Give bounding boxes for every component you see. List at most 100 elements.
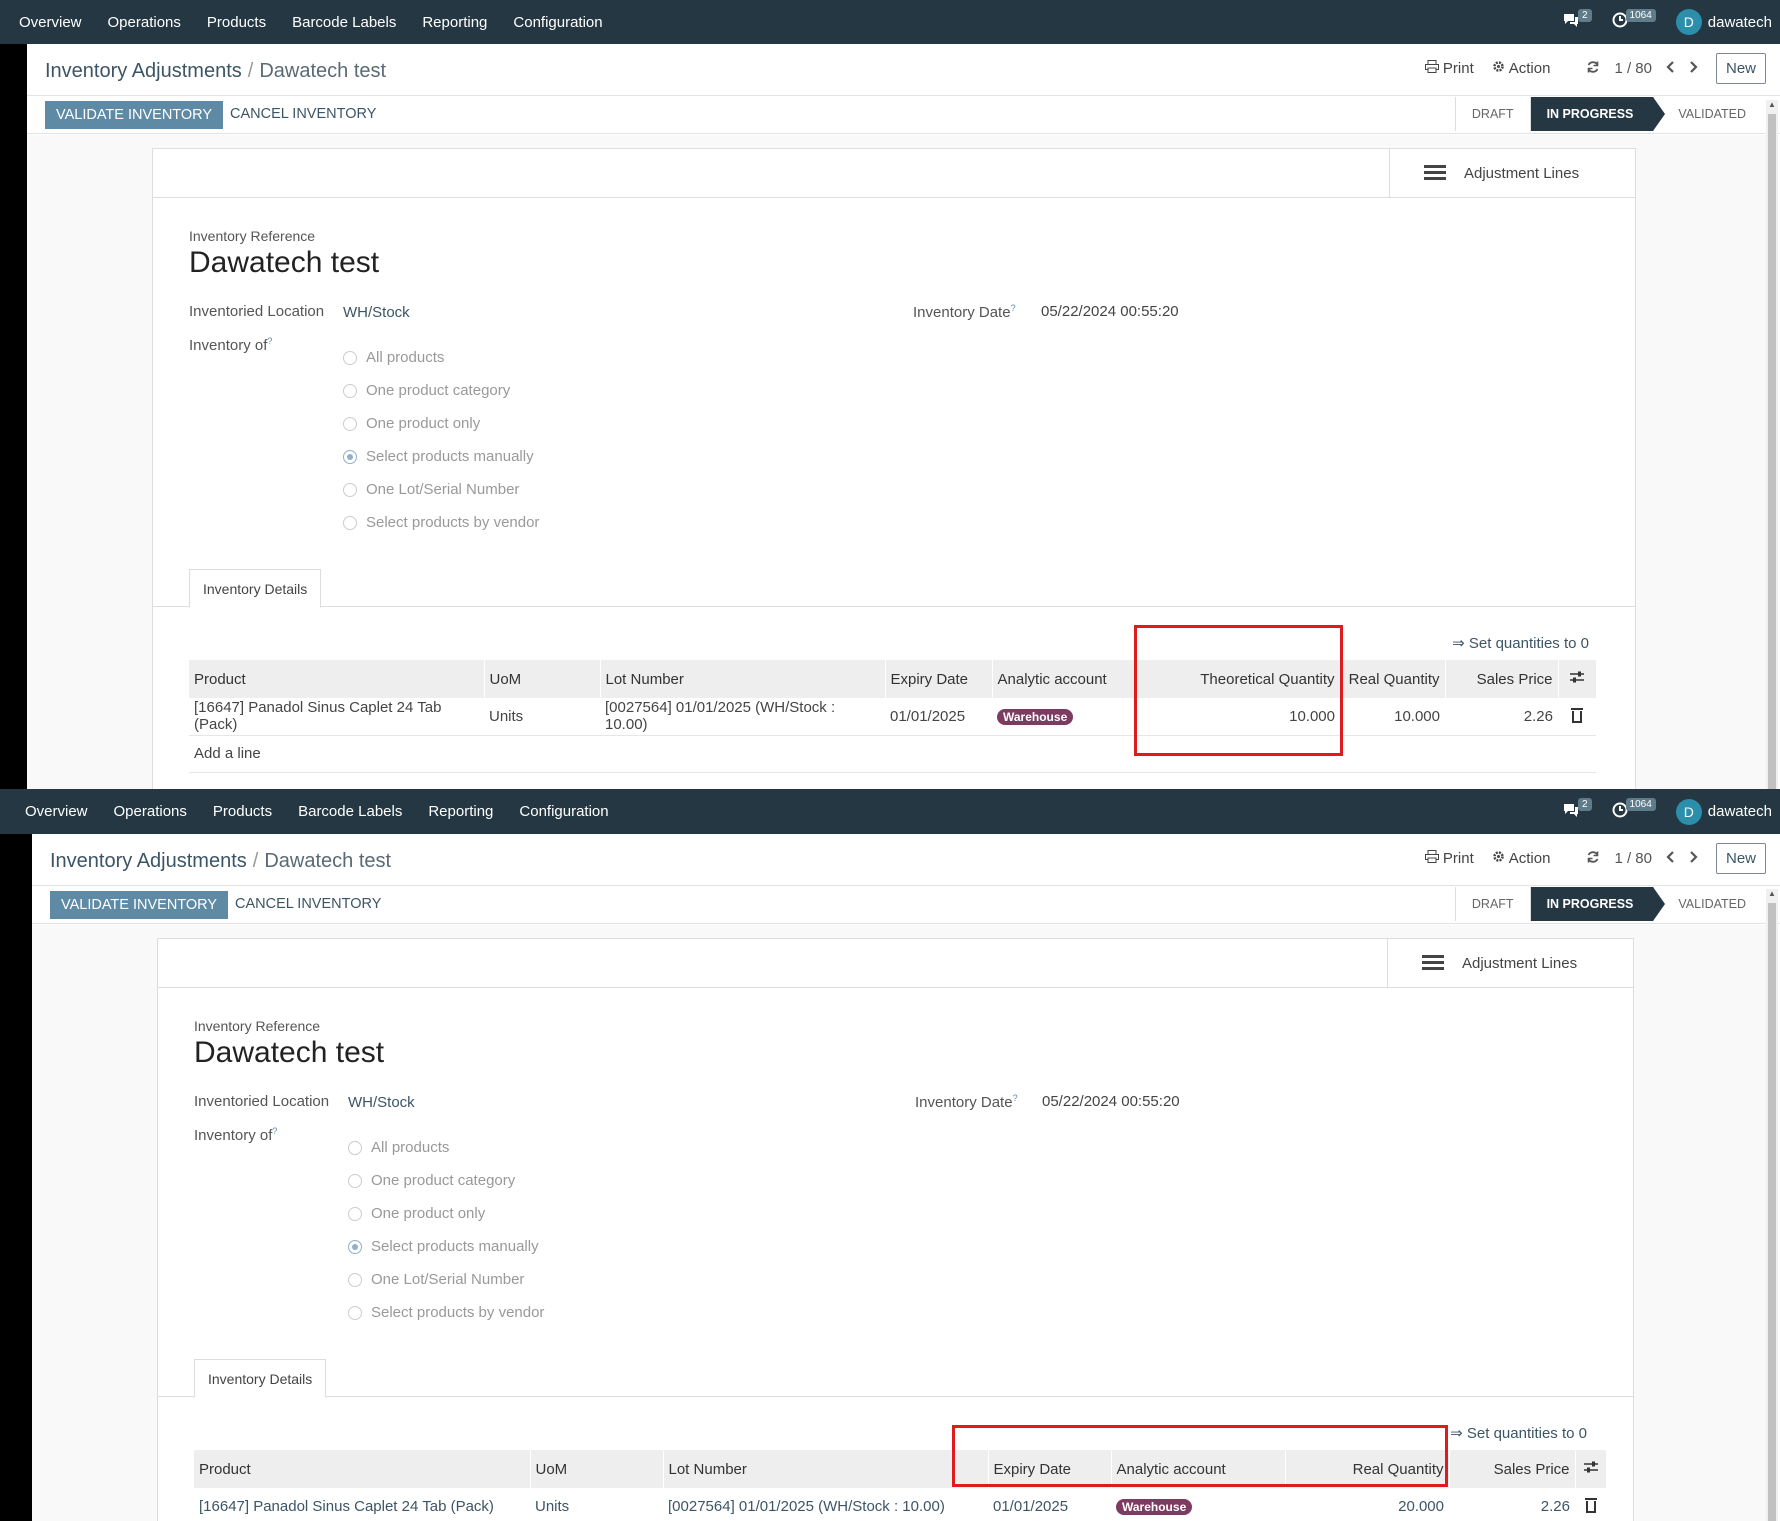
help-icon[interactable]: ? bbox=[1013, 1093, 1018, 1103]
adjustment-lines-button[interactable]: Adjustment Lines bbox=[1389, 149, 1635, 197]
col-expiry-date[interactable]: Expiry Date bbox=[885, 660, 993, 698]
status-draft[interactable]: DRAFT bbox=[1454, 887, 1530, 921]
help-icon[interactable]: ? bbox=[272, 1126, 277, 1136]
cell-uom[interactable]: Units bbox=[484, 698, 600, 736]
radio-by-vendor[interactable]: Select products by vendor bbox=[343, 506, 539, 539]
radio-one-product-only[interactable]: One product only bbox=[348, 1197, 544, 1230]
cell-sales-price[interactable]: 2.26 bbox=[1445, 698, 1558, 736]
refresh-icon[interactable] bbox=[1586, 850, 1600, 868]
chevron-right-icon[interactable] bbox=[1689, 850, 1698, 867]
radio-one-lot-serial[interactable]: One Lot/Serial Number bbox=[343, 473, 539, 506]
col-uom[interactable]: UoM bbox=[484, 660, 601, 698]
set-quantities-button[interactable]: ⇒ Set quantities to 0 bbox=[1452, 634, 1589, 652]
action-button[interactable]: Action bbox=[1492, 850, 1550, 867]
cell-uom[interactable]: Units bbox=[530, 1488, 663, 1521]
radio-all-products[interactable]: All products bbox=[343, 341, 539, 374]
page-title[interactable]: Dawatech test bbox=[194, 1036, 384, 1070]
col-real-quantity[interactable]: Real Quantity bbox=[1285, 1450, 1450, 1488]
activities-button[interactable]: 1064 bbox=[1612, 798, 1658, 822]
col-real-quantity[interactable]: Real Quantity bbox=[1340, 660, 1446, 698]
cell-real-quantity[interactable]: 20.000 bbox=[1285, 1488, 1449, 1521]
col-theoretical-quantity[interactable]: Theoretical Quantity bbox=[1136, 660, 1341, 698]
status-validated[interactable]: VALIDATED bbox=[1653, 97, 1762, 131]
tab-inventory-details[interactable]: Inventory Details bbox=[189, 569, 322, 608]
radio-all-products[interactable]: All products bbox=[348, 1131, 544, 1164]
cell-lot-number[interactable]: [0027564] 01/01/2025 (WH/Stock : 10.00) bbox=[600, 698, 885, 736]
cell-theoretical-quantity[interactable]: 10.000 bbox=[1136, 698, 1340, 736]
table-row[interactable]: [16647] Panadol Sinus Caplet 24 Tab (Pac… bbox=[194, 1488, 1606, 1521]
cell-product[interactable]: [16647] Panadol Sinus Caplet 24 Tab (Pac… bbox=[189, 698, 484, 736]
cell-lot-number[interactable]: [0027564] 01/01/2025 (WH/Stock : 10.00) bbox=[663, 1488, 988, 1521]
tab-inventory-details[interactable]: Inventory Details bbox=[194, 1359, 327, 1398]
menu-operations[interactable]: Operations bbox=[114, 803, 187, 820]
refresh-icon[interactable] bbox=[1586, 60, 1600, 78]
radio-one-product-only[interactable]: One product only bbox=[343, 407, 539, 440]
scrollbar-thumb[interactable] bbox=[1768, 114, 1776, 789]
user-menu[interactable]: D dawatech bbox=[1675, 798, 1772, 825]
menu-products[interactable]: Products bbox=[213, 803, 272, 820]
col-lot-number[interactable]: Lot Number bbox=[600, 660, 886, 698]
radio-select-products-manually[interactable]: Select products manually bbox=[343, 440, 539, 473]
delete-row-button[interactable] bbox=[1575, 1488, 1606, 1521]
cell-sales-price[interactable]: 2.26 bbox=[1449, 1488, 1575, 1521]
messages-button[interactable]: 2 bbox=[1562, 8, 1594, 32]
col-sales-price[interactable]: Sales Price bbox=[1449, 1450, 1576, 1488]
chevron-left-icon[interactable] bbox=[1666, 60, 1675, 77]
table-row[interactable]: [16647] Panadol Sinus Caplet 24 Tab (Pac… bbox=[189, 698, 1596, 736]
cell-analytic-account[interactable]: Warehouse bbox=[992, 698, 1136, 736]
cell-product[interactable]: [16647] Panadol Sinus Caplet 24 Tab (Pac… bbox=[194, 1488, 530, 1521]
new-button[interactable]: New bbox=[1715, 843, 1766, 874]
col-expiry-date[interactable]: Expiry Date bbox=[988, 1450, 1112, 1488]
validate-inventory-button[interactable]: VALIDATE INVENTORY bbox=[50, 891, 229, 919]
menu-configuration[interactable]: Configuration bbox=[513, 14, 602, 31]
scroll-up-icon[interactable]: ▲ bbox=[1766, 889, 1778, 901]
activities-button[interactable]: 1064 bbox=[1612, 8, 1658, 32]
menu-operations[interactable]: Operations bbox=[108, 14, 181, 31]
new-button[interactable]: New bbox=[1715, 53, 1766, 84]
cell-real-quantity[interactable]: 10.000 bbox=[1340, 698, 1445, 736]
status-draft[interactable]: DRAFT bbox=[1454, 97, 1530, 131]
scrollbar[interactable]: ▲ bbox=[1766, 100, 1778, 789]
cancel-inventory-button[interactable]: CANCEL INVENTORY bbox=[230, 106, 376, 122]
validate-inventory-button[interactable]: VALIDATE INVENTORY bbox=[45, 101, 224, 129]
scrollbar-thumb[interactable] bbox=[1768, 903, 1776, 1521]
messages-button[interactable]: 2 bbox=[1562, 798, 1594, 822]
print-button[interactable]: Print bbox=[1424, 850, 1474, 867]
menu-reporting[interactable]: Reporting bbox=[422, 14, 487, 31]
optional-columns-toggle[interactable] bbox=[1575, 1450, 1607, 1488]
col-uom[interactable]: UoM bbox=[530, 1450, 664, 1488]
radio-by-vendor[interactable]: Select products by vendor bbox=[348, 1296, 544, 1329]
user-menu[interactable]: D dawatech bbox=[1675, 9, 1772, 35]
chevron-left-icon[interactable] bbox=[1666, 850, 1675, 867]
pager-value[interactable]: 1 / 80 bbox=[1614, 60, 1652, 77]
menu-barcode-labels[interactable]: Barcode Labels bbox=[292, 14, 396, 31]
radio-select-products-manually[interactable]: Select products manually bbox=[348, 1230, 544, 1263]
radio-one-product-category[interactable]: One product category bbox=[348, 1164, 544, 1197]
col-analytic-account[interactable]: Analytic account bbox=[992, 660, 1137, 698]
help-icon[interactable]: ? bbox=[267, 336, 272, 346]
menu-reporting[interactable]: Reporting bbox=[428, 803, 493, 820]
menu-configuration[interactable]: Configuration bbox=[519, 803, 608, 820]
optional-columns-toggle[interactable] bbox=[1558, 660, 1597, 698]
inventory-date-value[interactable]: 05/22/2024 00:55:20 bbox=[1041, 303, 1179, 320]
menu-overview[interactable]: Overview bbox=[25, 803, 88, 820]
radio-one-lot-serial[interactable]: One Lot/Serial Number bbox=[348, 1263, 544, 1296]
page-title[interactable]: Dawatech test bbox=[189, 246, 379, 280]
delete-row-button[interactable] bbox=[1558, 698, 1596, 736]
add-line-link[interactable]: Add a line bbox=[189, 735, 1596, 773]
pager-value[interactable]: 1 / 80 bbox=[1614, 850, 1652, 867]
inventoried-location-value[interactable]: WH/Stock bbox=[343, 304, 410, 321]
help-icon[interactable]: ? bbox=[1011, 303, 1016, 313]
set-quantities-button[interactable]: ⇒ Set quantities to 0 bbox=[1450, 1424, 1587, 1442]
col-product[interactable]: Product bbox=[189, 660, 485, 698]
cell-expiry-date[interactable]: 01/01/2025 bbox=[885, 698, 992, 736]
menu-products[interactable]: Products bbox=[207, 14, 266, 31]
breadcrumb-parent[interactable]: Inventory Adjustments bbox=[50, 850, 247, 872]
action-button[interactable]: Action bbox=[1492, 60, 1550, 77]
menu-barcode-labels[interactable]: Barcode Labels bbox=[298, 803, 402, 820]
scroll-up-icon[interactable]: ▲ bbox=[1766, 100, 1778, 112]
print-button[interactable]: Print bbox=[1424, 60, 1474, 77]
breadcrumb-parent[interactable]: Inventory Adjustments bbox=[45, 60, 242, 82]
menu-overview[interactable]: Overview bbox=[19, 14, 82, 31]
cell-analytic-account[interactable]: Warehouse bbox=[1111, 1488, 1285, 1521]
